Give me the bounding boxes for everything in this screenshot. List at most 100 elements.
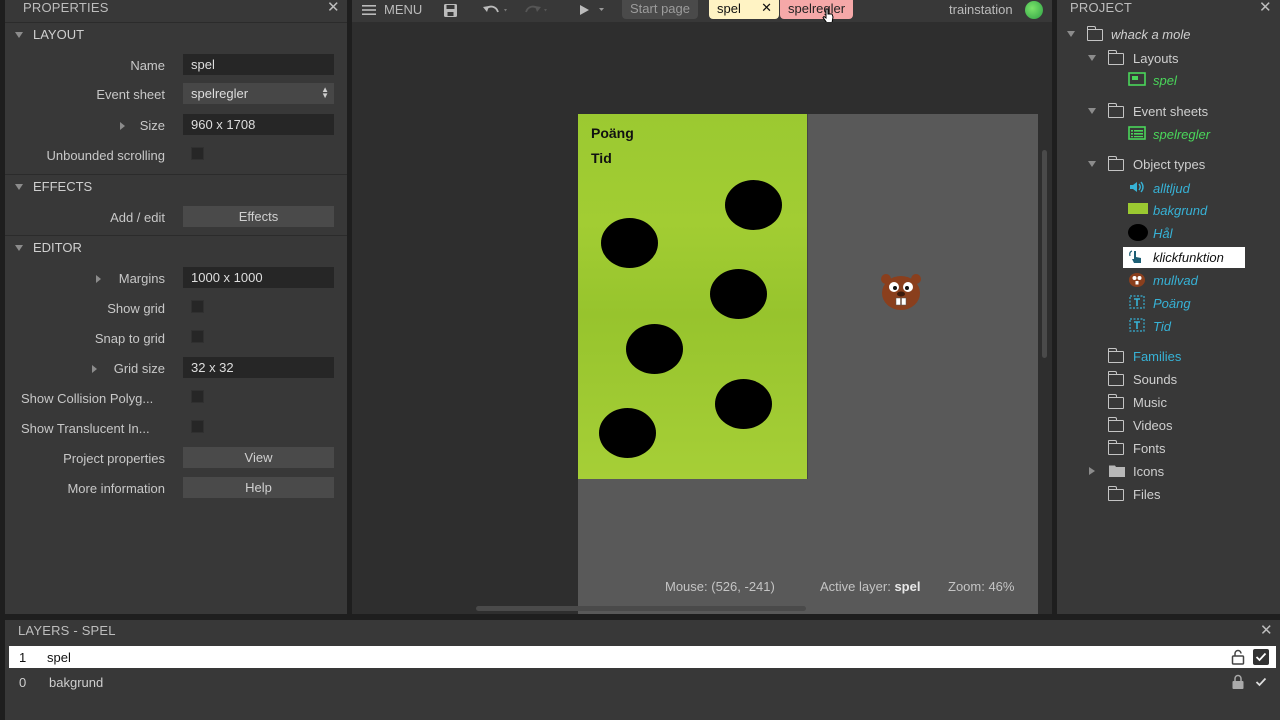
prop-row-snaptogrid: Snap to grid <box>5 327 347 351</box>
prop-label-showgrid: Show grid <box>107 301 165 316</box>
section-layout-label: LAYOUT <box>33 27 85 42</box>
undo-icon[interactable] <box>482 4 508 16</box>
help-button[interactable]: Help <box>183 477 334 498</box>
play-icon[interactable] <box>579 4 605 16</box>
prop-row-showgrid: Show grid <box>5 297 347 321</box>
eventsheet-select[interactable]: spelregler ▲ ▼ <box>183 83 334 104</box>
hamburger-icon[interactable] <box>362 4 376 16</box>
folder-label: Music <box>1133 394 1167 410</box>
effects-button[interactable]: Effects <box>183 206 334 227</box>
tree-object-mullvad[interactable]: mullvad <box>1057 270 1277 290</box>
horizontal-scrollbar[interactable] <box>476 606 806 611</box>
tree-folder-icons[interactable]: Icons <box>1057 461 1277 481</box>
hole-sprite[interactable] <box>626 324 683 374</box>
tree-folder-layouts[interactable]: Layouts <box>1057 48 1277 68</box>
zoom-level: Zoom: 46% <box>948 579 1015 594</box>
snap-to-grid-checkbox[interactable] <box>191 330 204 343</box>
gridsize-field[interactable]: 32 x 32 <box>183 357 334 378</box>
tab-spelregler[interactable]: spelregler <box>780 0 854 19</box>
bakgrund-sprite[interactable]: Poäng Tid <box>578 114 808 479</box>
tab-spel[interactable]: spel ✕ <box>709 0 779 19</box>
hole-sprite[interactable] <box>710 269 767 319</box>
properties-close-icon[interactable]: ✕ <box>327 0 340 15</box>
expand-icon[interactable] <box>96 275 101 283</box>
text-object-tid[interactable]: Tid <box>591 150 612 166</box>
layer-number: 0 <box>19 675 27 690</box>
unbounded-scrolling-checkbox[interactable] <box>191 147 204 160</box>
mole-sprite[interactable] <box>878 269 924 311</box>
layout-canvas[interactable]: Poäng Tid Mouse: (526, -241) Active laye… <box>352 22 1052 614</box>
expand-icon[interactable] <box>120 122 125 130</box>
prop-row-name: Name spel <box>5 54 347 78</box>
section-effects[interactable]: EFFECTS <box>5 174 347 198</box>
tree-object-alltljud[interactable]: alltljud <box>1057 178 1277 198</box>
tree-object-klickfunktion[interactable]: klickfunktion <box>1123 247 1245 268</box>
view-button[interactable]: View <box>183 447 334 468</box>
object-type-label: alltljud <box>1153 180 1190 196</box>
name-field[interactable]: spel <box>183 54 334 75</box>
layout-area: Poäng Tid <box>578 114 1038 614</box>
active-layer-label: Active layer: <box>820 579 891 594</box>
size-field[interactable]: 960 x 1708 <box>183 114 334 135</box>
prop-row-addedit: Add / edit Effects <box>5 206 347 230</box>
unlock-icon[interactable] <box>1231 649 1245 665</box>
project-close-icon[interactable]: ✕ <box>1259 0 1272 15</box>
tree-folder-fonts[interactable]: Fonts <box>1057 438 1277 458</box>
show-grid-checkbox[interactable] <box>191 300 204 313</box>
save-icon[interactable] <box>443 3 458 18</box>
folder-label: Fonts <box>1133 440 1166 456</box>
tree-object-hal[interactable]: Hål <box>1057 223 1277 243</box>
project-root-label: whack a mole <box>1111 26 1191 42</box>
tree-item-eventsheet-spelregler[interactable]: spelregler <box>1057 124 1277 144</box>
tree-folder-families[interactable]: Families <box>1057 346 1277 366</box>
show-translucent-checkbox[interactable] <box>191 420 204 433</box>
section-layout[interactable]: LAYOUT <box>5 22 347 46</box>
collapse-icon <box>1088 161 1096 167</box>
tree-object-bakgrund[interactable]: bakgrund <box>1057 200 1277 220</box>
folder-icon <box>1107 417 1126 434</box>
layer-row[interactable]: 0 bakgrund <box>9 671 1276 693</box>
lock-icon[interactable] <box>1231 674 1245 690</box>
layers-close-icon[interactable]: ✕ <box>1260 623 1273 638</box>
menu-button[interactable]: MENU <box>384 2 422 17</box>
object-type-label: Hål <box>1153 225 1173 241</box>
section-editor[interactable]: EDITOR <box>5 235 347 259</box>
folder-label: Event sheets <box>1133 103 1209 119</box>
hole-sprite[interactable] <box>715 379 772 429</box>
vertical-scrollbar[interactable] <box>1042 150 1047 358</box>
text-object-poang[interactable]: Poäng <box>591 125 634 141</box>
tree-folder-objecttypes[interactable]: Object types <box>1057 154 1277 174</box>
prop-label-name: Name <box>130 58 165 73</box>
prop-row-showtranslucent: Show Translucent In... <box>5 417 347 441</box>
folder-label: Files <box>1133 486 1161 502</box>
prop-row-moreinfo: More information Help <box>5 477 347 501</box>
layout-item-label: spel <box>1153 72 1177 88</box>
tree-object-tid[interactable]: Tid <box>1057 316 1277 336</box>
visible-checkbox-icon[interactable] <box>1253 649 1269 665</box>
show-collision-checkbox[interactable] <box>191 390 204 403</box>
tab-close-icon[interactable]: ✕ <box>761 0 772 16</box>
layer-row[interactable]: 1 spel <box>9 646 1276 668</box>
expand-icon[interactable] <box>92 365 97 373</box>
tree-item-layout-spel[interactable]: spel <box>1057 70 1277 90</box>
tree-folder-videos[interactable]: Videos <box>1057 415 1277 435</box>
margins-field[interactable]: 1000 x 1000 <box>183 267 334 288</box>
visible-checkbox-icon[interactable] <box>1253 674 1269 690</box>
folder-icon <box>1107 103 1126 120</box>
tree-folder-eventsheets[interactable]: Event sheets <box>1057 101 1277 121</box>
prop-label-snaptogrid: Snap to grid <box>94 331 165 346</box>
tree-root[interactable]: whack a mole <box>1057 24 1277 44</box>
tree-folder-music[interactable]: Music <box>1057 392 1277 412</box>
tree-folder-files[interactable]: Files <box>1057 484 1277 504</box>
redo-icon <box>522 4 548 16</box>
tab-start-page[interactable]: Start page <box>622 0 698 19</box>
avatar[interactable] <box>1025 1 1043 19</box>
layer-number: 1 <box>19 650 27 665</box>
eventsheet-icon <box>1128 126 1146 142</box>
hole-sprite[interactable] <box>725 180 782 230</box>
hole-icon <box>1128 224 1148 241</box>
tree-object-poang[interactable]: Poäng <box>1057 293 1277 313</box>
tree-folder-sounds[interactable]: Sounds <box>1057 369 1277 389</box>
hole-sprite[interactable] <box>601 218 658 268</box>
hole-sprite[interactable] <box>599 408 656 458</box>
